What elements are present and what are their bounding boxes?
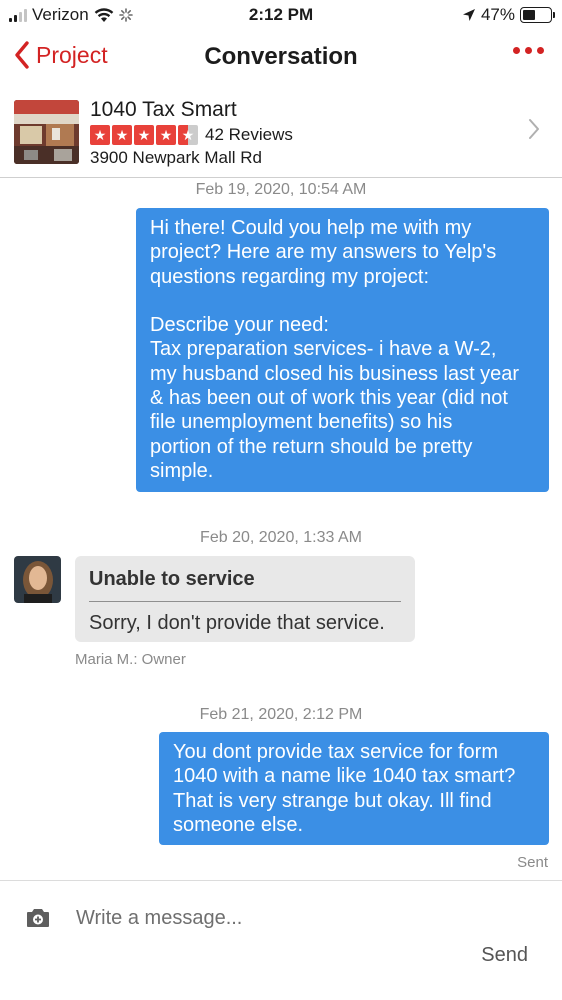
location-arrow-icon	[462, 9, 475, 21]
business-header[interactable]: 1040 Tax Smart ★ ★ ★ ★ ★ 42 Reviews 3900…	[0, 90, 562, 178]
outgoing-message-bubble[interactable]: Hi there! Could you help me with my proj…	[136, 208, 549, 492]
more-dot-icon	[525, 47, 532, 54]
message-text: Sorry, I don't provide that service.	[89, 612, 385, 634]
camera-button[interactable]	[26, 908, 50, 933]
more-options-button[interactable]	[513, 47, 544, 54]
send-button[interactable]: Send	[481, 944, 528, 967]
chevron-right-icon	[529, 119, 539, 139]
message-timestamp: Feb 19, 2020, 10:54 AM	[195, 181, 367, 198]
business-photo	[14, 100, 79, 164]
page-title: Conversation	[204, 43, 358, 70]
more-dot-icon	[537, 47, 544, 54]
star-icon: ★	[134, 125, 154, 145]
star-icon: ★	[112, 125, 132, 145]
message-timestamp: Feb 21, 2020, 2:12 PM	[199, 706, 363, 723]
star-icon: ★	[90, 125, 110, 145]
outgoing-message-bubble[interactable]: You dont provide tax service for form 10…	[159, 732, 549, 845]
status-right: 47%	[462, 5, 555, 25]
avatar[interactable]	[14, 556, 61, 603]
battery-percent: 47%	[480, 5, 515, 24]
sender-label: Maria M.: Owner	[75, 651, 186, 668]
more-dot-icon	[513, 47, 520, 54]
business-name: 1040 Tax Smart	[90, 98, 237, 121]
battery-fill	[523, 10, 536, 20]
status-bar: Verizon 2:12 PM 47%	[0, 0, 562, 30]
star-icon: ★	[156, 125, 176, 145]
sent-status: Sent	[517, 854, 548, 871]
message-input[interactable]	[76, 907, 526, 930]
message-timestamp: Feb 20, 2020, 1:33 AM	[200, 529, 362, 546]
star-rating: ★ ★ ★ ★ ★ 42 Reviews	[90, 125, 293, 145]
business-address: 3900 Newpark Mall Rd	[90, 148, 262, 167]
battery-icon	[520, 7, 555, 23]
half-star-icon: ★	[178, 125, 198, 145]
message-title: Unable to service	[89, 568, 255, 590]
nav-bar: Project Conversation	[0, 30, 562, 85]
message-composer: Send	[0, 880, 562, 1000]
review-count: 42 Reviews	[205, 125, 293, 144]
camera-icon	[27, 909, 49, 927]
incoming-message-bubble[interactable]: Unable to service Sorry, I don't provide…	[75, 556, 415, 642]
